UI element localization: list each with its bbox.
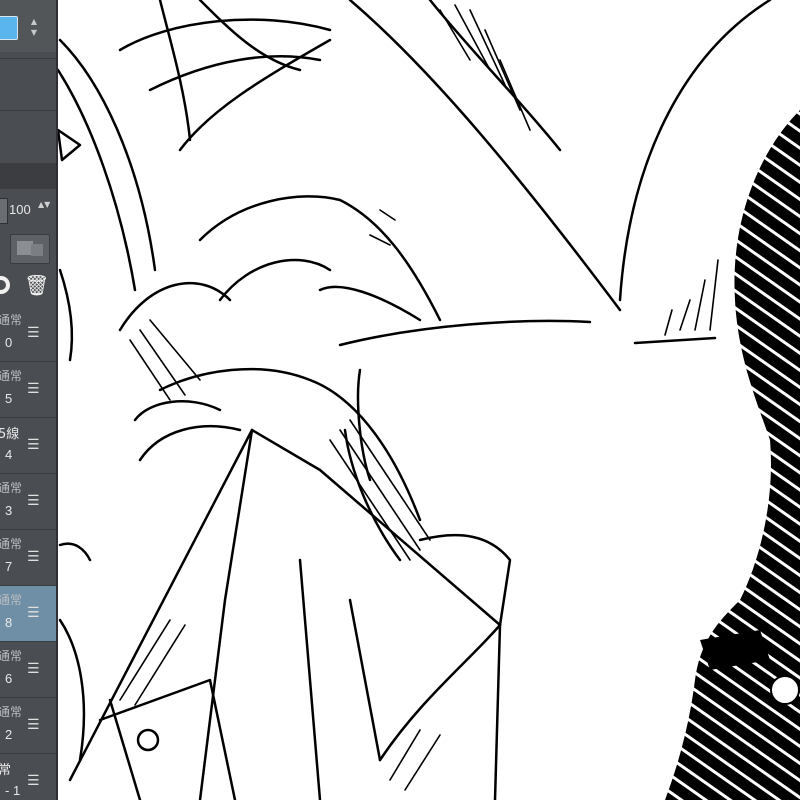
layer-name: 6 <box>5 671 13 686</box>
layer-name: 0 <box>5 335 13 350</box>
layer-name: 3 <box>5 503 13 518</box>
menu-icon[interactable]: ☰ <box>27 550 40 564</box>
layer-item[interactable]: 通常 7 ☰ <box>0 530 56 586</box>
layer-item[interactable]: 通常 5 ☰ <box>0 362 56 418</box>
spin-up-icon[interactable]: ▲ <box>28 16 40 27</box>
blend-mode-dropdown[interactable] <box>0 198 8 224</box>
menu-icon[interactable]: ☰ <box>27 438 40 452</box>
layer-item[interactable]: 通常 0 ☰ <box>0 306 56 362</box>
layer-name: 8 <box>5 615 13 630</box>
layer-item-selected[interactable]: 通常 8 ☰ <box>0 586 56 642</box>
line-art-drawing <box>58 0 800 800</box>
menu-icon[interactable]: ☰ <box>27 382 40 396</box>
layer-name: 7 <box>5 559 13 574</box>
menu-icon[interactable]: ☰ <box>27 718 40 732</box>
menu-icon[interactable]: ☰ <box>27 774 40 788</box>
color-swatch-row: ▲ ▼ <box>0 0 56 52</box>
menu-icon[interactable]: ☰ <box>27 494 40 508</box>
layer-list: 通常 0 ☰ 通常 5 ☰ 5線 4 ☰ 通常 3 ☰ 通常 7 ☰ 通常 8 … <box>0 306 56 800</box>
visibility-toggle[interactable] <box>0 276 10 294</box>
layer-blend-mode: 通常 <box>0 649 23 663</box>
layer-blend-mode: 通常 <box>0 705 23 719</box>
layer-blend-mode: 常 <box>0 759 11 778</box>
layer-blend-mode: 通常 <box>0 593 23 607</box>
layer-item[interactable]: 通常 2 ☰ <box>0 698 56 754</box>
current-color-swatch[interactable] <box>0 16 18 40</box>
spin-down-icon[interactable]: ▼ <box>28 27 40 38</box>
opacity-stepper-icon[interactable]: ▲▼ <box>38 200 50 210</box>
layer-panel: ▲ ▼ 100 ▲▼ 🗑 通常 0 ☰ 通常 5 ☰ 5線 4 ☰ 通常 3 ☰ <box>0 0 56 800</box>
drawing-canvas[interactable] <box>58 0 800 800</box>
divider <box>0 58 56 59</box>
layer-item[interactable]: 常 - 1 ☰ <box>0 754 56 800</box>
layer-item[interactable]: 5線 4 ☰ <box>0 418 56 474</box>
layer-name: 2 <box>5 727 13 742</box>
menu-icon[interactable]: ☰ <box>27 606 40 620</box>
layer-panel-header <box>0 163 56 189</box>
layer-blend-mode: 通常 <box>0 537 23 551</box>
trash-icon[interactable]: 🗑 <box>24 272 49 298</box>
layer-blend-mode: 通常 <box>0 313 23 327</box>
layer-name: 4 <box>5 447 13 462</box>
layer-blend-mode: 通常 <box>0 369 23 383</box>
layer-name: - 1 <box>5 783 21 798</box>
color-stepper[interactable]: ▲ ▼ <box>28 16 40 40</box>
layer-blend-mode: 通常 <box>0 481 23 495</box>
layer-name: 5 <box>5 391 13 406</box>
opacity-value[interactable]: 100 <box>9 202 31 217</box>
divider <box>0 110 56 111</box>
menu-icon[interactable]: ☰ <box>27 326 40 340</box>
reference-layer-button[interactable] <box>10 234 50 264</box>
layer-blend-mode: 5線 <box>0 427 20 442</box>
lock-icon <box>31 244 43 256</box>
layer-item[interactable]: 通常 6 ☰ <box>0 642 56 698</box>
layer-item[interactable]: 通常 3 ☰ <box>0 474 56 530</box>
menu-icon[interactable]: ☰ <box>27 662 40 676</box>
